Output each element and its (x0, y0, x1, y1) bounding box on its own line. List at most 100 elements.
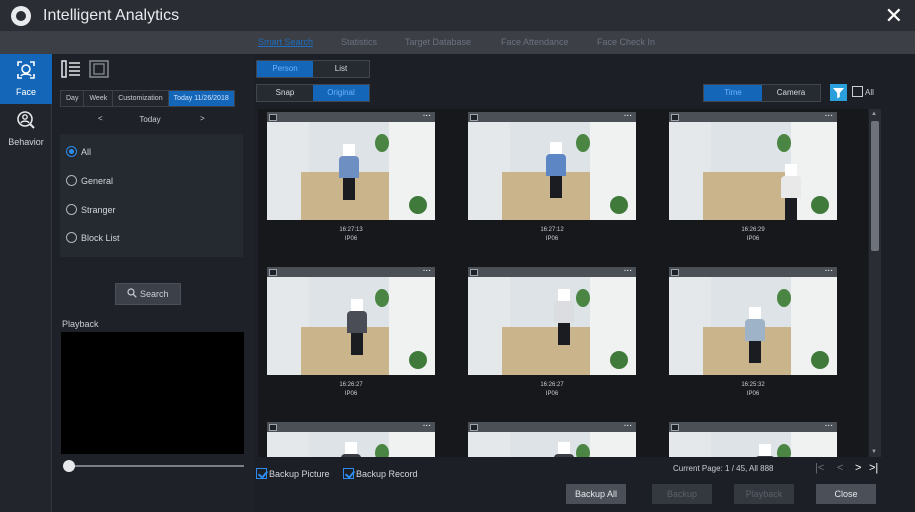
original-button[interactable]: Original (313, 85, 369, 101)
thumb-scene (590, 432, 636, 457)
tab-today-date[interactable]: Today 11/26/2018 (168, 91, 234, 106)
thumb-person-head (558, 289, 570, 301)
sort-time-button[interactable]: Time (704, 85, 762, 101)
playback-button[interactable]: Playback (734, 484, 794, 504)
list-view-button[interactable]: List (313, 61, 369, 77)
result-card[interactable]: ... (669, 422, 837, 457)
result-thumbnail[interactable]: ... (267, 422, 435, 457)
thumb-person (755, 444, 775, 457)
more-options-icon[interactable]: ... (624, 422, 632, 429)
select-checkbox[interactable] (671, 269, 679, 276)
sort-camera-button[interactable]: Camera (762, 85, 820, 101)
scroll-up-icon[interactable]: ▲ (871, 111, 877, 117)
results-toolbar: Person List Snap Original Time Camera Al… (255, 54, 915, 108)
nav-item-face[interactable]: Face (0, 54, 52, 104)
thumb-person-head (351, 299, 363, 311)
thumb-plant (576, 134, 590, 152)
date-label: Today (139, 115, 161, 124)
select-checkbox[interactable] (671, 424, 679, 431)
tab-target-database[interactable]: Target Database (405, 37, 471, 47)
tab-face-attendance[interactable]: Face Attendance (501, 37, 569, 47)
list-view-icon[interactable] (61, 60, 81, 78)
thumb-plant (777, 134, 791, 152)
radio-general[interactable]: General (66, 175, 113, 186)
more-options-icon[interactable]: ... (423, 422, 431, 429)
radio-stranger[interactable]: Stranger (66, 204, 116, 215)
result-thumbnail[interactable]: ... (669, 112, 837, 220)
select-checkbox[interactable] (470, 424, 478, 431)
tab-day[interactable]: Day (61, 91, 85, 106)
tab-face-check-in[interactable]: Face Check In (597, 37, 655, 47)
select-checkbox[interactable] (470, 269, 478, 276)
result-camera: IP06 (746, 236, 760, 242)
prev-page-button[interactable]: < (837, 462, 843, 474)
backup-picture-checkbox[interactable]: Backup Picture (256, 468, 330, 479)
result-card[interactable]: ... 16:27:12 IP06 (468, 112, 636, 244)
select-all-checkbox[interactable]: All (852, 86, 874, 97)
thumb-person (745, 307, 765, 363)
result-card[interactable]: ... 16:27:13 IP06 (267, 112, 435, 244)
tab-statistics[interactable]: Statistics (341, 37, 377, 47)
nav-item-behavior[interactable]: Behavior (0, 104, 52, 154)
result-card[interactable]: ... 16:26:27 IP06 (468, 267, 636, 399)
more-options-icon[interactable]: ... (423, 112, 431, 119)
select-checkbox[interactable] (470, 114, 478, 121)
select-checkbox[interactable] (269, 269, 277, 276)
thumb-plant (777, 289, 791, 307)
result-thumbnail[interactable]: ... (669, 422, 837, 457)
face-frame-view-icon[interactable] (89, 60, 109, 78)
tab-smart-search[interactable]: Smart Search (258, 37, 313, 47)
view-mode-toggle: Person List (256, 60, 370, 78)
select-checkbox[interactable] (671, 114, 679, 121)
playback-video[interactable] (61, 332, 244, 454)
backup-record-checkbox[interactable]: Backup Record (343, 468, 418, 479)
backup-all-button[interactable]: Backup All (566, 484, 626, 504)
thumb-person-body (554, 301, 574, 323)
last-page-button[interactable]: >| (869, 462, 878, 474)
thumb-scene (669, 432, 711, 457)
radio-block-list[interactable]: Block List (66, 232, 120, 243)
result-card[interactable]: ... 16:25:32 IP06 (669, 267, 837, 399)
result-thumbnail[interactable]: ... (468, 267, 636, 375)
result-thumbnail[interactable]: ... (267, 267, 435, 375)
scroll-thumb[interactable] (871, 121, 879, 251)
playback-slider-thumb[interactable] (63, 460, 75, 472)
select-checkbox[interactable] (269, 114, 277, 121)
next-day-button[interactable]: > (200, 114, 205, 123)
person-view-button[interactable]: Person (257, 61, 313, 77)
result-thumbnail[interactable]: ... (267, 112, 435, 220)
tab-customization[interactable]: Customization (113, 91, 169, 106)
close-button[interactable]: Close (816, 484, 876, 504)
select-checkbox[interactable] (269, 424, 277, 431)
funnel-icon (833, 88, 844, 99)
more-options-icon[interactable]: ... (423, 267, 431, 274)
result-card[interactable]: ... 16:26:29 IP06 (669, 112, 837, 244)
result-card[interactable]: ... (267, 422, 435, 457)
close-icon[interactable]: ✕ (885, 4, 903, 28)
more-options-icon[interactable]: ... (624, 112, 632, 119)
more-options-icon[interactable]: ... (825, 267, 833, 274)
result-meta: 16:26:27 IP06 (267, 381, 435, 399)
result-thumbnail[interactable]: ... (468, 112, 636, 220)
radio-all[interactable]: All (66, 146, 91, 157)
search-button[interactable]: Search (115, 283, 181, 305)
next-page-button[interactable]: > (855, 462, 861, 474)
nav-label-face: Face (15, 87, 36, 97)
results-scrollbar[interactable]: ▲ ▼ (869, 109, 881, 457)
backup-button[interactable]: Backup (652, 484, 712, 504)
more-options-icon[interactable]: ... (825, 112, 833, 119)
tab-bar: Smart Search Statistics Target Database … (0, 32, 915, 54)
first-page-button[interactable]: |< (815, 462, 824, 474)
tab-week[interactable]: Week (84, 91, 114, 106)
result-card[interactable]: ... (468, 422, 636, 457)
result-thumbnail[interactable]: ... (468, 422, 636, 457)
scroll-down-icon[interactable]: ▼ (871, 449, 877, 455)
filter-button[interactable] (830, 84, 847, 101)
more-options-icon[interactable]: ... (825, 422, 833, 429)
result-card[interactable]: ... 16:26:27 IP06 (267, 267, 435, 399)
playback-slider-track[interactable] (67, 465, 244, 467)
snap-button[interactable]: Snap (257, 85, 313, 101)
result-thumbnail[interactable]: ... (669, 267, 837, 375)
more-options-icon[interactable]: ... (624, 267, 632, 274)
face-scan-icon (17, 61, 35, 79)
